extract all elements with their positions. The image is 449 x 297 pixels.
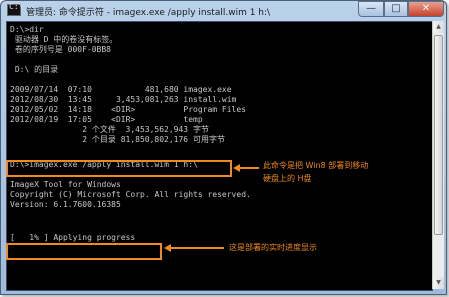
command-annotation-line2: 硬盘上的 H盘 <box>263 174 312 183</box>
console-line: 卷的序列号是 000F-0BB8 <box>10 45 111 54</box>
vertical-scrollbar[interactable]: ▲ ▼ <box>432 21 444 289</box>
window-title: 管理员: 命令提示符 - imagex.exe /apply install.w… <box>26 8 271 18</box>
console-line: Copyright (C) Microsoft Corp. All rights… <box>10 190 251 199</box>
console-line: D:\ 的目录 <box>10 65 59 74</box>
progress-arrow-line <box>170 247 224 249</box>
scroll-up-arrow-icon[interactable]: ▲ <box>433 21 444 33</box>
title-bar[interactable]: C:\ 管理员: 命令提示符 - imagex.exe /apply insta… <box>1 1 446 21</box>
cmd-icon[interactable]: C:\ <box>7 2 24 16</box>
console-line: 2012/05/02 14:18 <DIR> Program Files <box>10 105 247 114</box>
console-line: 2012/08/30 13:45 3,453,081,263 install.w… <box>10 95 237 104</box>
command-annotation-line1: 此命令是把 Win8 部署到移动 <box>263 161 369 170</box>
close-button[interactable]: ✕ <box>408 1 444 17</box>
progress-arrow-icon <box>164 244 171 252</box>
console-line: 驱动器 D 中的卷没有标签。 <box>10 35 118 44</box>
console-line: D:\>dir <box>10 25 44 34</box>
progress-highlight-box <box>6 243 162 260</box>
scrollbar-thumb[interactable] <box>434 35 443 235</box>
cmd-icon-glyph: C:\ <box>9 2 24 11</box>
console-line: 2 个目录 81,850,802,176 可用字节 <box>10 135 225 144</box>
command-highlight-box <box>6 160 232 177</box>
scroll-down-arrow-icon[interactable]: ▼ <box>433 277 444 289</box>
console-line: ImageX Tool for Windows <box>10 180 121 189</box>
console-line: 2012/08/19 17:05 <DIR> temp <box>10 115 203 124</box>
maximize-button[interactable]: □ <box>384 1 408 17</box>
console-line: 2 个文件 3,453,562,943 字节 <box>10 125 209 134</box>
console-line: 2009/07/14 07:10 481,680 imagex.exe <box>10 85 232 94</box>
command-arrow-line <box>239 167 259 169</box>
progress-line: [ 1% ] Applying progress <box>10 233 136 242</box>
minimize-button[interactable]: — <box>358 1 384 17</box>
progress-annotation: 这是部署的实时进度显示 <box>229 243 317 252</box>
console-line: Version: 6.1.7600.16385 <box>10 200 121 209</box>
command-arrow-icon <box>233 164 240 172</box>
